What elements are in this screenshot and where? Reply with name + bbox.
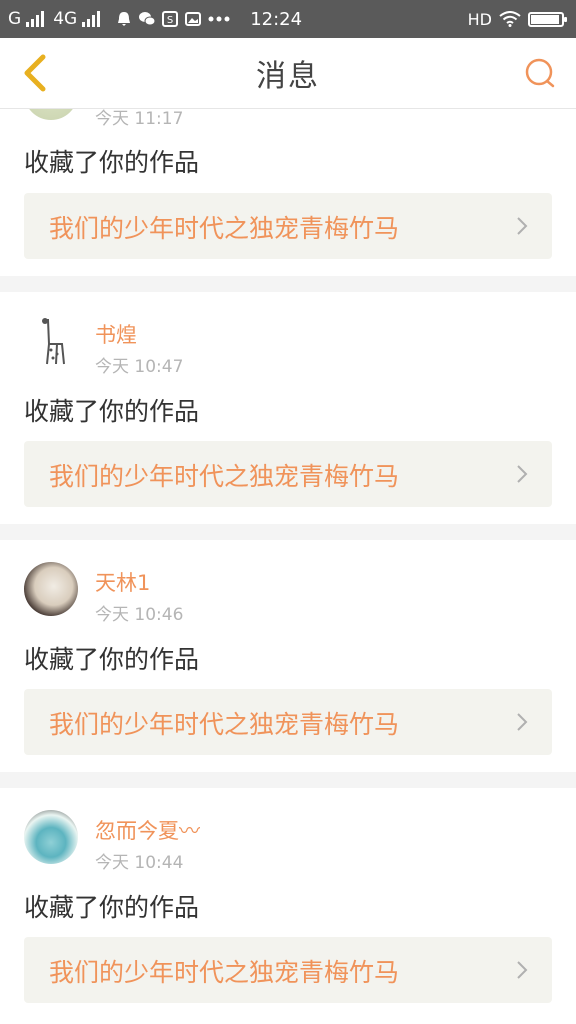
user-name[interactable]: 天林1 [95,567,150,597]
wifi-icon [498,10,522,28]
message-card: 天林1 今天 10:46 收藏了你的作品 我们的少年时代之独宠青梅竹马 [0,540,576,772]
more-dots-icon [207,10,231,28]
s-app-icon: S [161,10,179,28]
user-name[interactable]: 忽而今夏〰 [95,815,200,845]
signal-icon [82,11,101,27]
message-card: 忽而今夏〰 今天 10:44 收藏了你的作品 我们的少年时代之独宠青梅竹马 [0,788,576,1024]
screen: 今天 11:17 收藏了你的作品 我们的少年时代之独宠青梅竹马 书煌 今天 10… [0,0,576,1024]
chevron-left-icon [24,54,46,92]
app-header: 消息 [0,38,576,109]
message-action-text: 收藏了你的作品 [24,397,200,426]
work-title: 我们的少年时代之独宠青梅竹马 [49,710,400,739]
chevron-right-icon [517,217,528,235]
battery-icon [528,11,567,27]
avatar[interactable] [24,810,78,864]
hd-label: HD [467,9,492,29]
signal-icon [26,11,45,27]
giraffe-avatar-image [24,314,78,368]
work-link[interactable]: 我们的少年时代之独宠青梅竹马 [24,937,552,1003]
work-title: 我们的少年时代之独宠青梅竹马 [49,462,400,491]
user-name[interactable]: 书煌 [95,319,137,349]
chevron-right-icon [517,713,528,731]
work-link[interactable]: 我们的少年时代之独宠青梅竹马 [24,193,552,259]
status-time: 12:24 [250,8,303,30]
chevron-right-icon [517,465,528,483]
work-title: 我们的少年时代之独宠青梅竹马 [49,958,400,987]
svg-text:S: S [167,15,173,26]
back-button[interactable] [10,49,58,97]
work-link[interactable]: 我们的少年时代之独宠青梅竹马 [24,441,552,507]
message-time: 今天 10:46 [95,605,184,625]
work-link[interactable]: 我们的少年时代之独宠青梅竹马 [24,689,552,755]
status-bar: G 4G S 12:24 HD [0,0,576,38]
message-card: 书煌 今天 10:47 收藏了你的作品 我们的少年时代之独宠青梅竹马 [0,292,576,524]
network-type-label: 4G [53,9,78,29]
avatar[interactable] [24,562,78,616]
search-button[interactable] [520,53,560,93]
notification-icon [115,10,133,28]
search-icon [525,58,555,88]
avatar[interactable] [24,314,78,368]
work-title: 我们的少年时代之独宠青梅竹马 [49,214,400,243]
carrier-label: G [8,9,22,29]
wechat-icon [138,10,156,28]
message-action-text: 收藏了你的作品 [24,148,200,177]
message-action-text: 收藏了你的作品 [24,893,200,922]
message-list[interactable]: 今天 11:17 收藏了你的作品 我们的少年时代之独宠青梅竹马 书煌 今天 10… [0,0,576,1024]
gallery-icon [184,10,202,28]
page-title: 消息 [256,59,320,94]
chevron-right-icon [517,961,528,979]
message-time: 今天 10:44 [95,853,184,873]
message-action-text: 收藏了你的作品 [24,645,200,674]
message-time: 今天 10:47 [95,357,184,377]
